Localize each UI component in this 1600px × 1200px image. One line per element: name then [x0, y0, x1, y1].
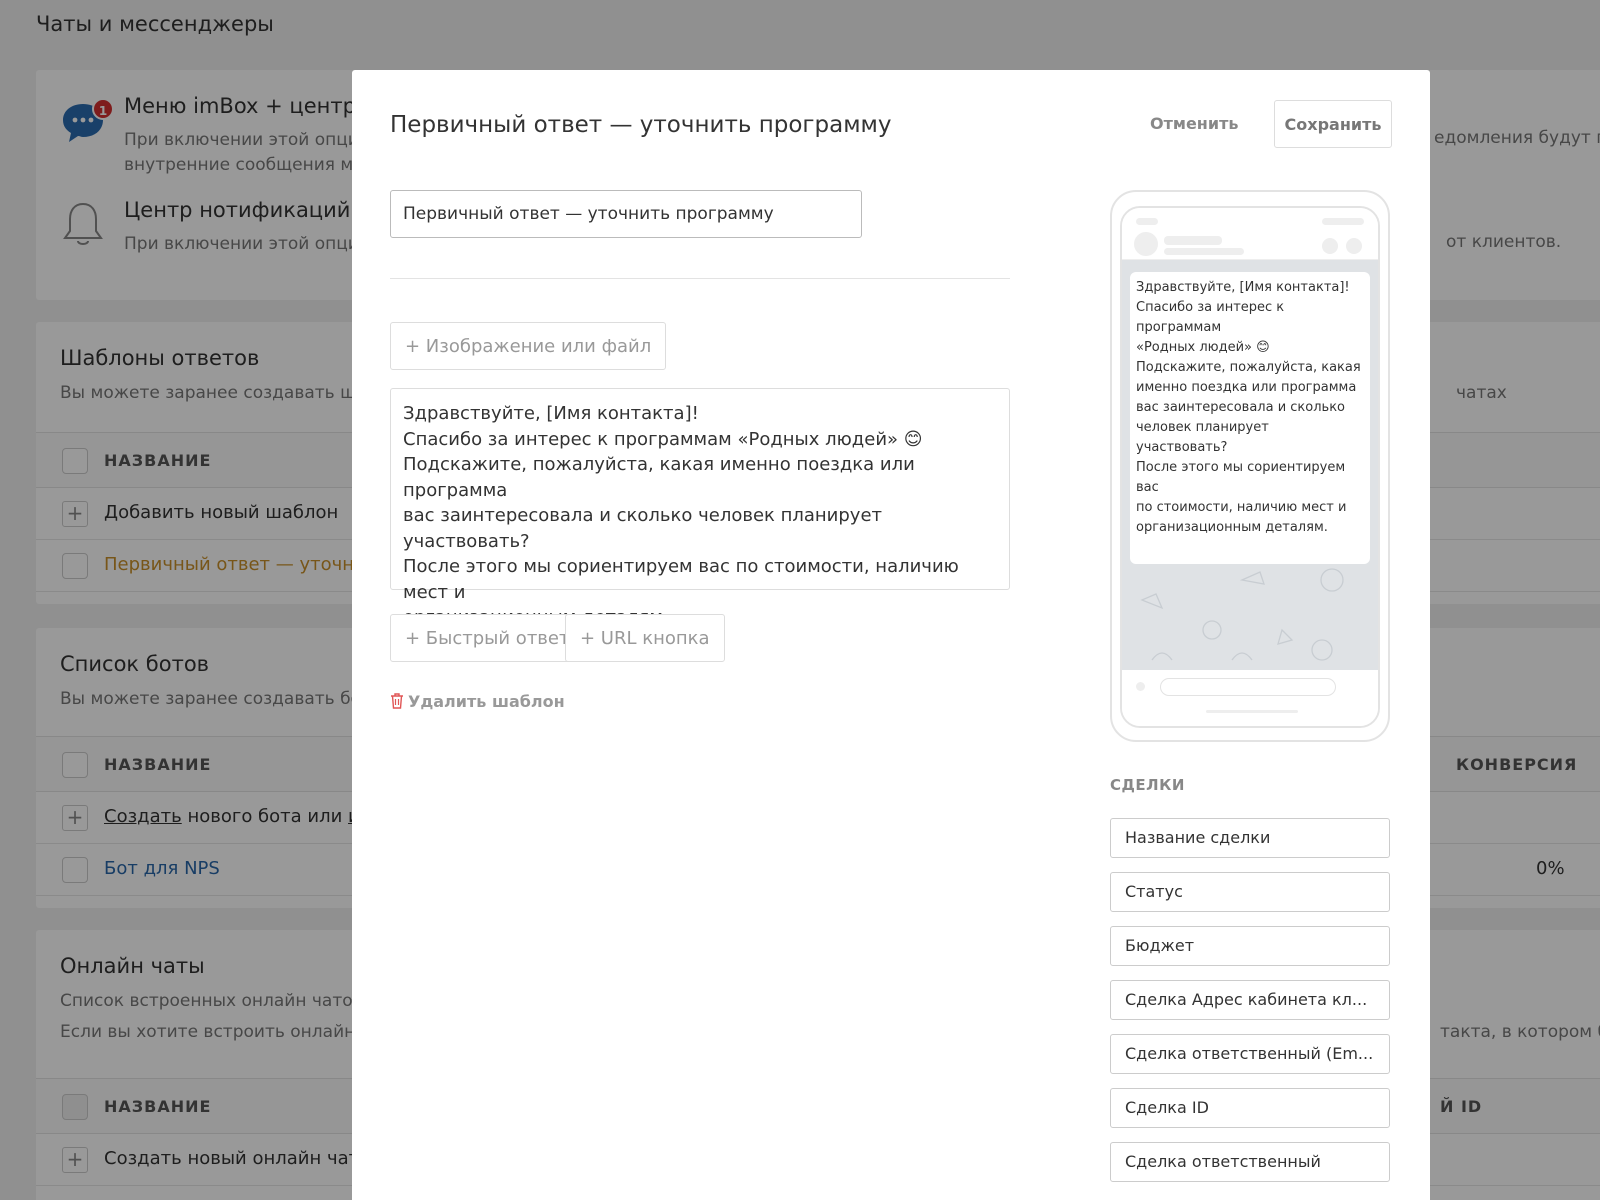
phone-status-bar — [1322, 218, 1364, 225]
phone-footer — [1122, 670, 1378, 726]
divider — [390, 278, 1010, 279]
phone-preview: Здравствуйте, [Имя контакта]! Спасибо за… — [1110, 190, 1390, 742]
phone-menu-icon — [1346, 238, 1362, 254]
template-name-input[interactable] — [390, 190, 862, 238]
phone-status-bar — [1136, 218, 1158, 225]
phone-header — [1122, 208, 1378, 260]
modal-title: Первичный ответ — уточнить программу — [390, 112, 892, 138]
phone-avatar — [1134, 232, 1158, 256]
cancel-button[interactable]: Отменить — [1140, 100, 1248, 148]
delete-template-label: Удалить шаблон — [408, 692, 565, 711]
phone-contact-name — [1164, 236, 1222, 245]
deal-field-button[interactable]: Сделка Адрес кабинета кл... — [1110, 980, 1390, 1020]
deal-field-button[interactable]: Бюджет — [1110, 926, 1390, 966]
attach-file-button[interactable]: + Изображение или файл — [390, 322, 667, 370]
save-button[interactable]: Сохранить — [1274, 100, 1392, 148]
preview-message-bubble: Здравствуйте, [Имя контакта]! Спасибо за… — [1130, 272, 1370, 564]
phone-home-indicator — [1206, 710, 1298, 713]
url-button-button[interactable]: + URL кнопка — [565, 614, 725, 662]
message-textarea[interactable]: Здравствуйте, [Имя контакта]! Спасибо за… — [390, 388, 1010, 628]
phone-input-bar — [1160, 678, 1336, 696]
deal-field-button[interactable]: Статус — [1110, 872, 1390, 912]
phone-screen: Здравствуйте, [Имя контакта]! Спасибо за… — [1120, 206, 1380, 728]
deal-field-button[interactable]: Название сделки — [1110, 818, 1390, 858]
phone-contact-status — [1164, 248, 1244, 255]
deals-section-label: СДЕЛКИ — [1110, 776, 1185, 794]
deal-field-button[interactable]: Сделка ответственный (Em... — [1110, 1034, 1390, 1074]
template-edit-modal: Первичный ответ — уточнить программу Отм… — [352, 70, 1430, 1200]
phone-attach-icon — [1136, 682, 1145, 691]
quick-reply-button[interactable]: + Быстрый ответ — [390, 614, 585, 662]
deal-field-button[interactable]: Сделка ответственный — [1110, 1142, 1390, 1182]
delete-template-link[interactable]: Удалить шаблон — [390, 692, 565, 711]
phone-call-icon — [1322, 238, 1338, 254]
trash-icon — [391, 693, 403, 709]
deal-field-button[interactable]: Сделка ID — [1110, 1088, 1390, 1128]
phone-chat-area: Здравствуйте, [Имя контакта]! Спасибо за… — [1122, 260, 1378, 670]
